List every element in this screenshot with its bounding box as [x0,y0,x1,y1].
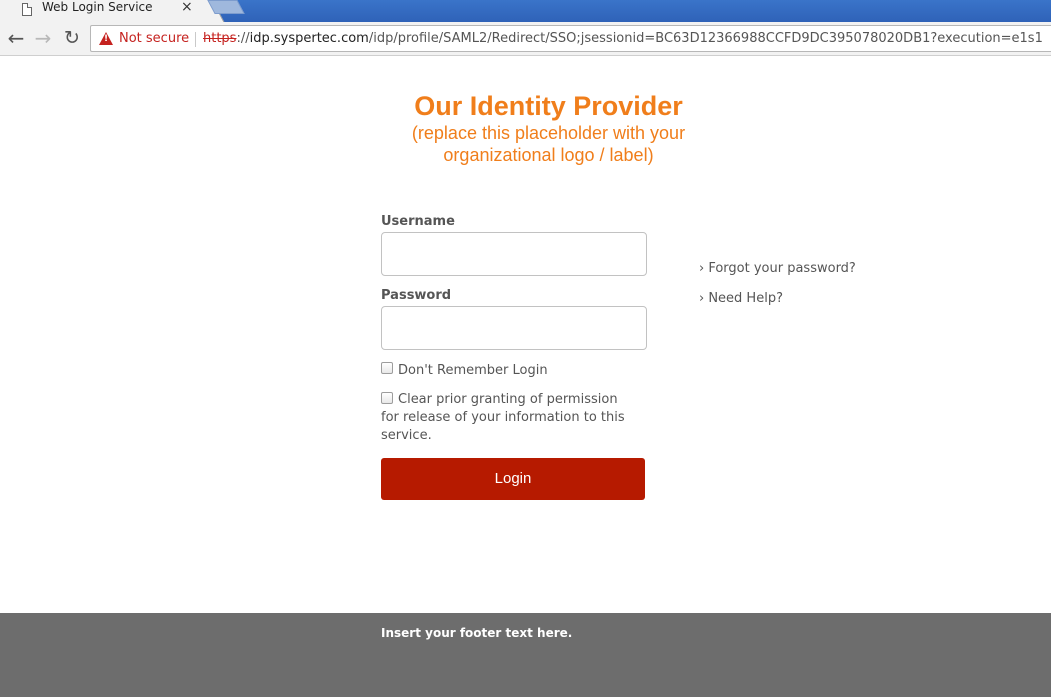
clear-consent-label[interactable]: Clear prior granting of permission for r… [381,391,631,445]
tab-strip: Web Login Service × [0,0,1051,22]
subtitle-line-1: (replace this placeholder with your [411,123,686,143]
logo-placeholder-text: (replace this placeholder with your orga… [0,122,1051,166]
back-arrow-icon[interactable]: ← [4,26,28,50]
dont-remember-label[interactable]: Don't Remember Login [398,362,548,380]
url-scheme: https [203,31,237,46]
close-tab-icon[interactable]: × [181,0,193,15]
url-separator: :// [236,31,250,46]
password-label: Password [381,288,452,303]
browser-tab[interactable]: Web Login Service × [0,0,206,22]
new-tab-button[interactable] [207,0,245,14]
page-icon [22,3,32,16]
login-button[interactable]: Login [381,458,645,500]
footer-text: Insert your footer text here. [381,626,573,640]
tab-title: Web Login Service [42,0,153,14]
url-path: /idp/profile/SAML2/Redirect/SSO;jsession… [368,31,1043,46]
need-help-link[interactable]: › Need Help? [699,291,783,307]
dont-remember-checkbox[interactable] [381,362,393,374]
browser-toolbar: ← → ↻ ! Not secure https://idp.syspertec… [0,22,1051,56]
url-text[interactable]: https://idp.syspertec.com/idp/profile/SA… [203,26,1043,51]
forgot-password-link[interactable]: › Forgot your password? [699,261,856,277]
security-indicator[interactable]: Not secure [119,26,189,51]
username-label: Username [381,214,455,229]
username-input[interactable] [381,232,647,276]
address-bar[interactable]: ! Not secure https://idp.syspertec.com/i… [90,25,1051,52]
subtitle-line-2: organizational logo / label) [443,145,654,165]
forward-arrow-icon[interactable]: → [31,26,55,50]
reload-icon[interactable]: ↻ [60,26,84,50]
divider [195,32,196,47]
url-host: idp.syspertec.com [249,31,369,46]
page-footer: Insert your footer text here. [0,613,1051,697]
password-input[interactable] [381,306,647,350]
warning-icon: ! [99,32,113,45]
page-title: Our Identity Provider [414,91,683,121]
